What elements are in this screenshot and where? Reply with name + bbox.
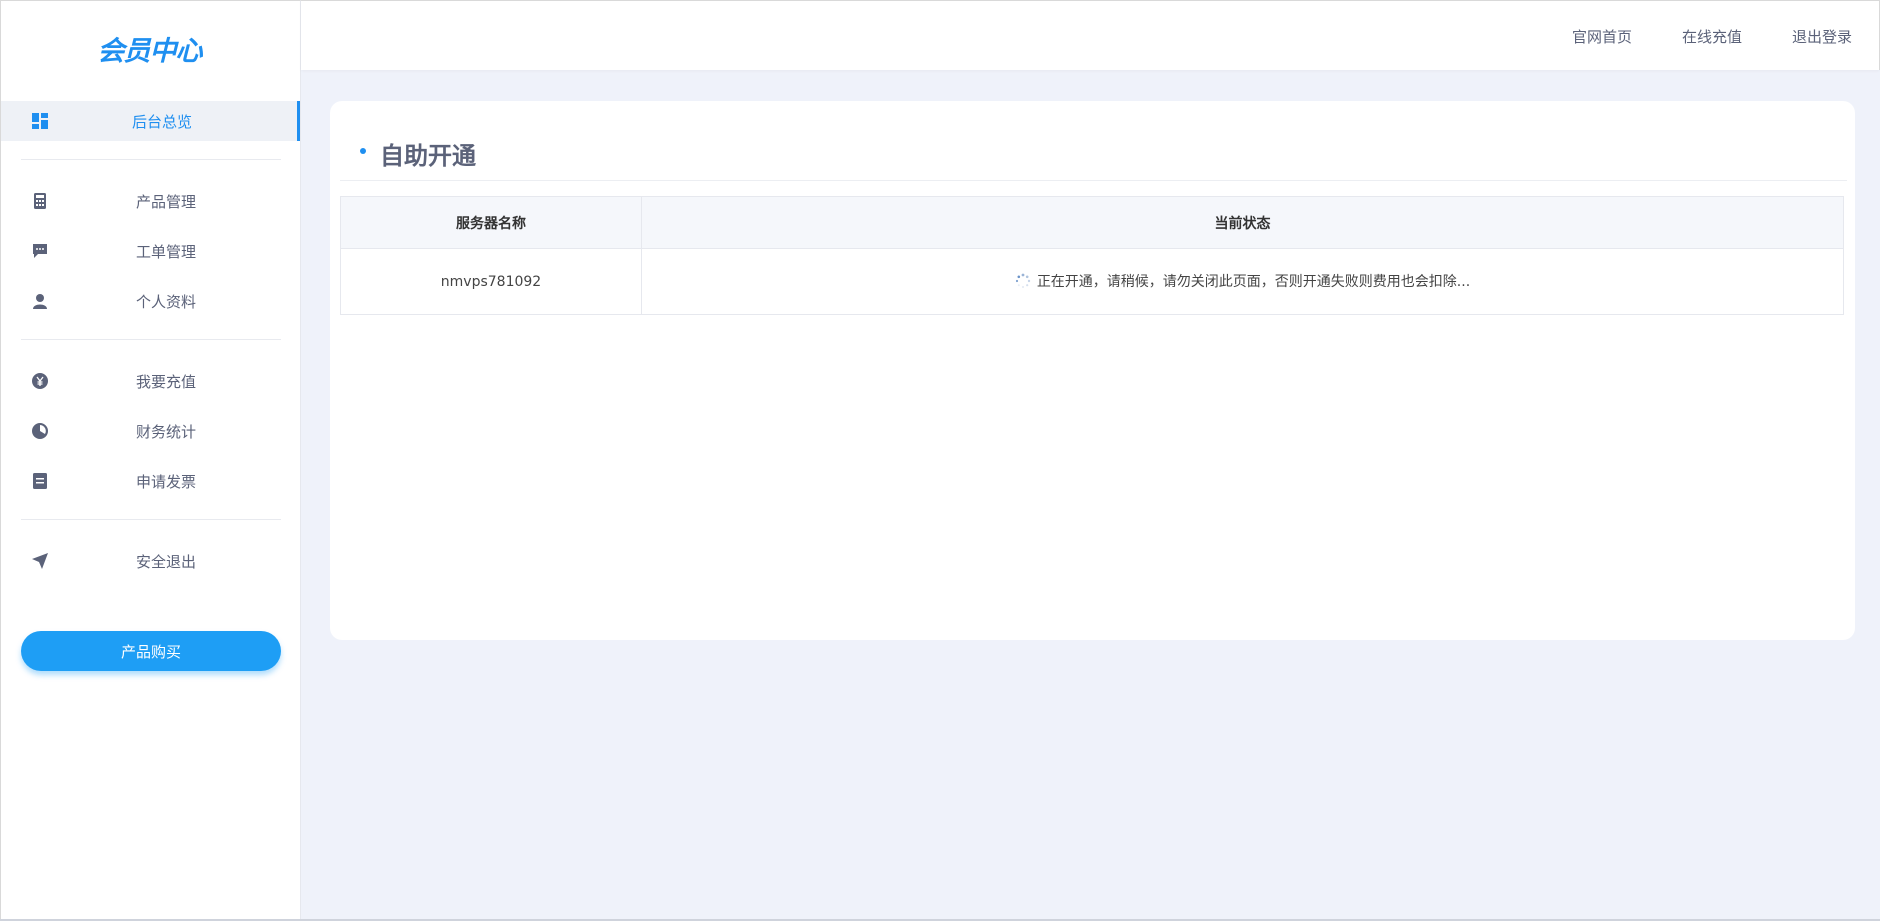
column-header-server-name: 服务器名称 — [340, 196, 642, 249]
logout-link[interactable]: 退出登录 — [1792, 26, 1852, 47]
home-link[interactable]: 官网首页 — [1572, 26, 1632, 47]
sidebar-divider — [21, 519, 281, 520]
app-frame: 会员中心 后台总览 产品管理 工单管理 个人资料 我要充值 财务统计 申请发票 … — [0, 0, 1880, 921]
user-icon — [33, 294, 47, 309]
invoice-icon — [33, 473, 47, 489]
column-header-status: 当前状态 — [641, 196, 1844, 249]
recharge-link[interactable]: 在线充值 — [1682, 26, 1742, 47]
loading-spinner-icon — [1015, 273, 1031, 288]
sidebar-item-label: 个人资料 — [135, 292, 196, 311]
table-header-row: 服务器名称 当前状态 — [340, 196, 1844, 249]
sidebar-item-profile[interactable]: 个人资料 — [1, 281, 300, 321]
sidebar: 会员中心 后台总览 产品管理 工单管理 个人资料 我要充值 财务统计 申请发票 … — [0, 0, 301, 919]
sidebar-item-recharge[interactable]: 我要充值 — [1, 361, 300, 401]
sidebar-item-label: 安全退出 — [135, 552, 196, 571]
provision-card: 自助开通 服务器名称 当前状态 nmvps781092 正在开通，请稍候，请勿关… — [330, 101, 1855, 640]
server-name-cell: nmvps781092 — [340, 248, 642, 315]
title-divider — [340, 180, 1847, 181]
dashboard-icon — [32, 113, 48, 129]
yen-icon — [32, 373, 48, 389]
status-cell: 正在开通，请稍候，请勿关闭此页面，否则开通失败则费用也会扣除... — [641, 248, 1844, 315]
sidebar-item-label: 工单管理 — [135, 242, 196, 261]
pie-chart-icon — [32, 423, 48, 439]
sidebar-item-tickets[interactable]: 工单管理 — [1, 231, 300, 271]
status-wrap: 正在开通，请稍候，请勿关闭此页面，否则开通失败则费用也会扣除... — [1015, 271, 1470, 291]
sidebar-item-label: 我要充值 — [135, 372, 196, 391]
sidebar-item-logout[interactable]: 安全退出 — [1, 541, 300, 581]
page-title: 自助开通 — [380, 142, 476, 170]
status-text: 正在开通，请稍候，请勿关闭此页面，否则开通失败则费用也会扣除... — [1036, 273, 1471, 290]
sidebar-item-label: 产品管理 — [135, 192, 196, 211]
navigation-arrow-icon — [32, 553, 48, 569]
server-table: 服务器名称 当前状态 nmvps781092 正在开通，请稍候，请勿关闭此页面，… — [340, 196, 1844, 315]
table-row: nmvps781092 正在开通，请稍候，请勿关闭此页面，否则开通失败则费用也会… — [340, 248, 1844, 315]
sidebar-item-invoice[interactable]: 申请发票 — [1, 461, 300, 501]
calculator-icon — [34, 193, 46, 209]
sidebar-item-products[interactable]: 产品管理 — [1, 181, 300, 221]
sidebar-item-finance[interactable]: 财务统计 — [1, 411, 300, 451]
chat-icon — [33, 244, 47, 258]
logo: 会员中心 — [97, 36, 203, 67]
sidebar-item-dashboard[interactable]: 后台总览 — [1, 101, 300, 141]
sidebar-item-label: 后台总览 — [131, 112, 192, 131]
sidebar-item-label: 财务统计 — [135, 422, 196, 441]
sidebar-item-label: 申请发票 — [135, 472, 196, 491]
top-header: 官网首页 在线充值 退出登录 — [301, 0, 1880, 70]
sidebar-divider — [21, 339, 281, 340]
buy-product-button[interactable]: 产品购买 — [21, 631, 281, 671]
title-bullet — [360, 148, 366, 154]
sidebar-divider — [21, 159, 281, 160]
